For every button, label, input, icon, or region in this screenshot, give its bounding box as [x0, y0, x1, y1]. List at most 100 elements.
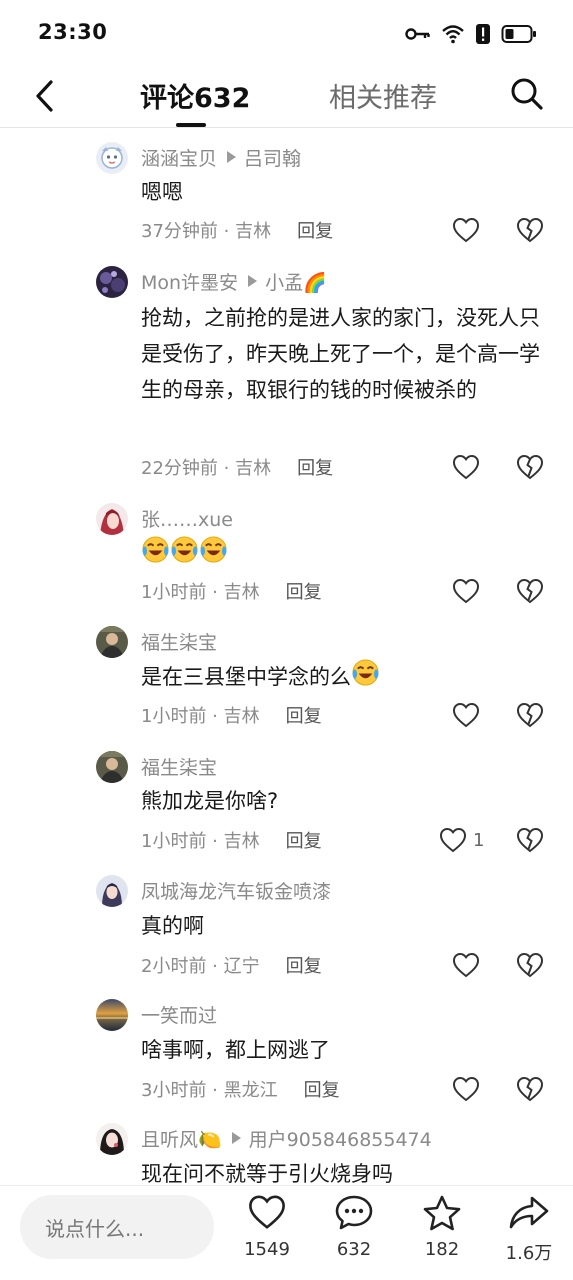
- avatar[interactable]: [96, 1123, 128, 1155]
- avatar[interactable]: [96, 999, 128, 1031]
- comment-username[interactable]: 福生柒宝: [141, 753, 217, 780]
- dislike-button[interactable]: [516, 1074, 544, 1104]
- like-button[interactable]: [452, 700, 486, 730]
- comment-text: 熊加龙是你啥?: [141, 789, 279, 813]
- comment-time-location: 37分钟前 · 吉林: [141, 221, 272, 242]
- comment-username[interactable]: 凤城海龙汽车钣金喷漆: [141, 877, 331, 904]
- status-time: 23:30: [38, 20, 108, 44]
- reply-button[interactable]: 回复: [286, 702, 322, 728]
- like-button[interactable]: [452, 452, 486, 482]
- share-total-count: 1.6万: [505, 1243, 553, 1264]
- bottom-action-bar: 说点什么... 1549 632 182 1.6万: [0, 1185, 573, 1280]
- comment-header: Mon许墨安 小孟🌈: [141, 266, 327, 296]
- comment-username[interactable]: 涵涵宝贝: [141, 144, 217, 171]
- comment-time-location: 22分钟前 · 吉林: [141, 458, 272, 479]
- comment-meta: 22分钟前 · 吉林 回复: [141, 452, 333, 482]
- alert-icon: [475, 23, 491, 45]
- laugh-cry-emoji-icon: [351, 658, 380, 698]
- avatar[interactable]: [96, 626, 128, 658]
- reply-button[interactable]: 回复: [304, 1076, 340, 1102]
- heart-icon: [452, 702, 480, 728]
- avatar[interactable]: [96, 875, 128, 907]
- comment-username[interactable]: Mon许墨安: [141, 268, 238, 295]
- dislike-button[interactable]: [516, 950, 544, 980]
- avatar[interactable]: [96, 142, 128, 174]
- comment-bubble-icon: [335, 1195, 373, 1230]
- comment-meta: 2小时前 · 辽宁 回复: [141, 950, 322, 980]
- share-arrow-icon: [509, 1196, 549, 1229]
- like-action-button[interactable]: 1549: [237, 1194, 297, 1274]
- comment-username[interactable]: 福生柒宝: [141, 628, 217, 655]
- tab-comments[interactable]: 评论632: [140, 76, 250, 115]
- like-button[interactable]: [452, 576, 486, 606]
- share-action-button[interactable]: 1.6万: [499, 1194, 559, 1274]
- reply-arrow-icon: [231, 1132, 241, 1144]
- heart-icon: [439, 827, 467, 853]
- like-button[interactable]: 1: [439, 825, 484, 855]
- dislike-button[interactable]: [516, 576, 544, 606]
- comment-header: 且听风🍋 用户905846855474: [141, 1123, 432, 1153]
- dislike-button[interactable]: [516, 700, 544, 730]
- comment-time-location: 1小时前 · 吉林: [141, 831, 260, 852]
- broken-heart-icon: [516, 702, 544, 728]
- comment-header: 福生柒宝: [141, 751, 217, 781]
- comment-time-location: 2小时前 · 辽宁: [141, 956, 260, 977]
- comment-username[interactable]: 一笑而过: [141, 1001, 217, 1028]
- favorite-action-button[interactable]: 182: [412, 1194, 472, 1274]
- back-button[interactable]: [24, 74, 64, 118]
- like-count: 1: [473, 829, 485, 851]
- laugh-cry-emoji-icon: [170, 535, 199, 575]
- search-button[interactable]: [505, 72, 549, 116]
- broken-heart-icon: [516, 454, 544, 480]
- like-button[interactable]: [452, 950, 486, 980]
- reply-to-username[interactable]: 吕司翰: [244, 144, 301, 171]
- tab-related[interactable]: 相关推荐: [329, 76, 437, 115]
- comment-username[interactable]: 张……xue: [141, 505, 233, 532]
- reply-button[interactable]: 回复: [297, 217, 333, 243]
- favorite-total-count: 182: [424, 1239, 460, 1260]
- comment-meta: 37分钟前 · 吉林 回复: [141, 215, 333, 245]
- comment-meta: 1小时前 · 吉林 回复: [141, 825, 322, 855]
- avatar[interactable]: [96, 751, 128, 783]
- comment-text: 现在问不就等于引火烧身吗: [141, 1162, 393, 1185]
- reply-button[interactable]: 回复: [286, 827, 322, 853]
- comment-time-location: 1小时前 · 吉林: [141, 706, 260, 727]
- comment-text: 真的啊: [141, 914, 204, 938]
- reply-to-username[interactable]: 用户905846855474: [249, 1125, 432, 1152]
- broken-heart-icon: [516, 217, 544, 243]
- like-button[interactable]: [452, 1074, 486, 1104]
- comment-header: 一笑而过: [141, 999, 217, 1029]
- back-arrow-icon: [36, 80, 53, 112]
- nav-bar: 评论632 相关推荐: [0, 66, 573, 128]
- heart-icon: [452, 578, 480, 604]
- comment-action-button[interactable]: 632: [324, 1194, 384, 1274]
- comment-header: 张……xue: [141, 503, 233, 533]
- reply-button[interactable]: 回复: [286, 952, 322, 978]
- comment-list[interactable]: 涵涵宝贝 吕司翰 嗯嗯 37分钟前 · 吉林 回复 Mon许墨安 小孟🌈 抢劫，…: [0, 128, 573, 1185]
- reply-button[interactable]: 回复: [286, 578, 322, 604]
- like-total-count: 1549: [244, 1239, 290, 1260]
- broken-heart-icon: [516, 578, 544, 604]
- dislike-button[interactable]: [516, 215, 544, 245]
- reply-button[interactable]: 回复: [297, 454, 333, 480]
- comment-username[interactable]: 且听风🍋: [141, 1125, 222, 1152]
- like-button[interactable]: [452, 215, 486, 245]
- heart-icon: [452, 952, 480, 978]
- comment-input[interactable]: 说点什么...: [20, 1195, 214, 1259]
- comment-meta: 1小时前 · 吉林 回复: [141, 576, 322, 606]
- avatar[interactable]: [96, 266, 128, 298]
- dislike-button[interactable]: [516, 825, 544, 855]
- comment-header: 福生柒宝: [141, 626, 217, 656]
- comment-meta: 3小时前 · 黑龙江 回复: [141, 1074, 340, 1104]
- broken-heart-icon: [516, 827, 544, 853]
- avatar[interactable]: [96, 503, 128, 535]
- reply-to-username[interactable]: 小孟🌈: [265, 268, 327, 295]
- reply-arrow-icon: [227, 151, 237, 163]
- comment-time-location: 1小时前 · 吉林: [141, 582, 260, 603]
- heart-icon: [452, 217, 480, 243]
- status-bar: 23:30: [0, 0, 573, 66]
- heart-icon: [249, 1195, 285, 1229]
- comment-text: 嗯嗯: [141, 180, 183, 204]
- dislike-button[interactable]: [516, 452, 544, 482]
- comment-total-count: 632: [336, 1239, 372, 1260]
